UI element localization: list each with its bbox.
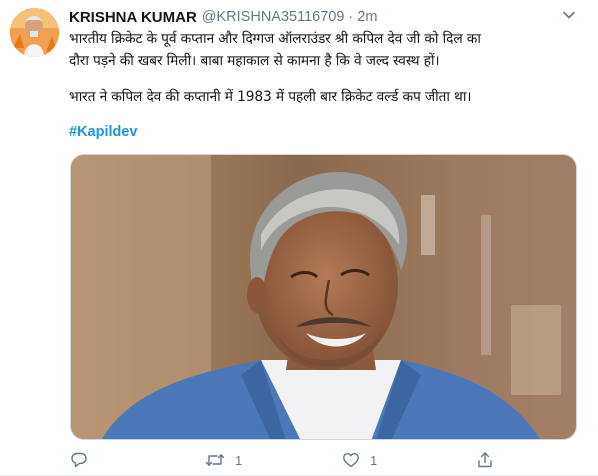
like-count: 1	[370, 452, 378, 468]
tweet-photo[interactable]	[70, 154, 577, 440]
tweet-text-line: भारतीय क्रिकेट के पूर्व कप्तान और दिग्गज…	[69, 31, 481, 47]
share-button[interactable]	[476, 450, 494, 470]
retweet-icon	[205, 454, 225, 466]
reply-button[interactable]	[70, 450, 98, 470]
share-icon	[478, 452, 492, 468]
tweet-header: KRISHNA KUMAR @KRISHNA35116709 · 2m	[69, 6, 579, 28]
chevron-down-icon[interactable]	[562, 8, 576, 22]
retweet-button[interactable]: 1	[205, 450, 242, 470]
avatar-image	[10, 8, 59, 57]
separator-dot: ·	[348, 9, 354, 25]
tweet-text-line: भारत ने कपिल देव की कप्तानी में 1983 में…	[69, 89, 472, 105]
tweet[interactable]: KRISHNA KUMAR @KRISHNA35116709 · 2m भारत…	[0, 0, 598, 476]
author-handle[interactable]: @KRISHNA35116709	[202, 9, 345, 25]
reply-icon	[71, 452, 87, 468]
like-button[interactable]: 1	[342, 450, 377, 470]
tweet-text-line: दौरा पड़ने की खबर मिली। बाबा महाकाल से क…	[69, 53, 440, 69]
tweet-content: KRISHNA KUMAR @KRISHNA35116709 · 2m भारत…	[69, 6, 579, 141]
avatar[interactable]	[10, 8, 59, 57]
author-name[interactable]: KRISHNA KUMAR	[69, 9, 197, 26]
tweet-actions: 1 1	[70, 450, 520, 470]
photo-image	[71, 155, 576, 439]
heart-icon	[343, 453, 359, 468]
hashtag-link[interactable]: #Kapildev	[69, 124, 138, 140]
tweet-time[interactable]: 2m	[357, 9, 377, 25]
retweet-count: 1	[235, 452, 243, 468]
